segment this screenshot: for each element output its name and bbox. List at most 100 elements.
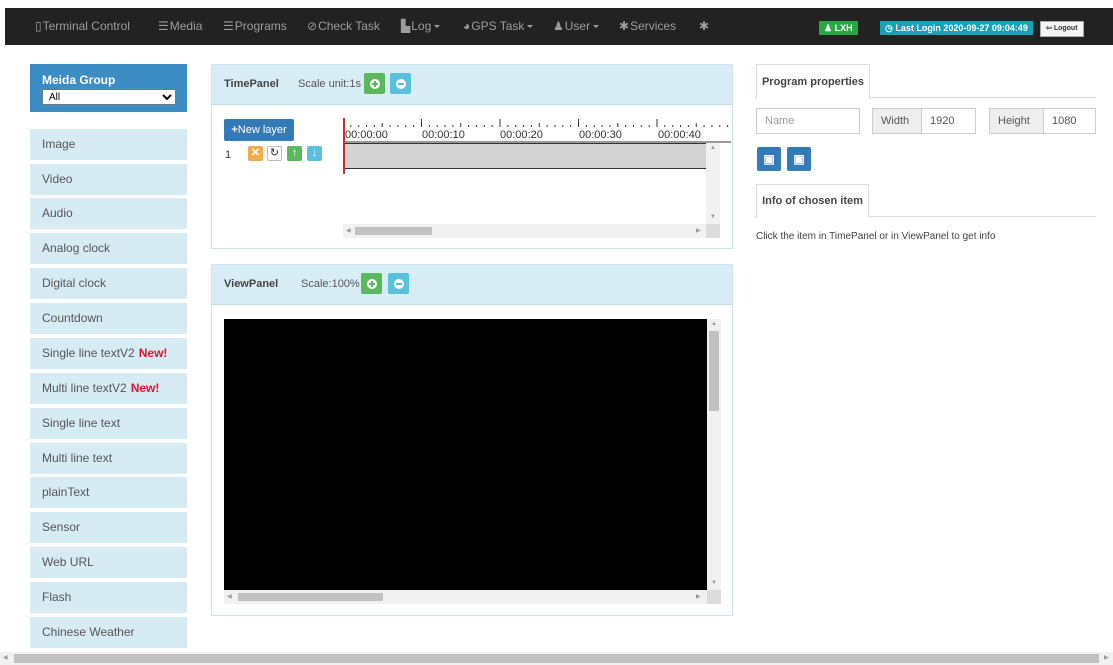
user-icon: ♟ xyxy=(553,19,564,33)
sidebar-item-multi-line-textv2[interactable]: Multi line textV2 New! xyxy=(30,373,187,404)
zoom-in-button[interactable] xyxy=(364,73,385,94)
timeline-vertical-scrollbar[interactable]: ▲ ▼ xyxy=(706,143,720,224)
nav-extra[interactable]: ✱ xyxy=(699,8,710,45)
layer-track[interactable] xyxy=(343,143,706,169)
time-panel-header: TimePanel Scale unit:1s xyxy=(212,65,732,105)
user-icon: ♟ xyxy=(824,23,833,33)
move-layer-up-button[interactable]: ↑ xyxy=(287,146,302,161)
sign-out-icon: ⇦ xyxy=(1046,25,1052,32)
sidebar-item-plaintext[interactable]: plainText xyxy=(30,477,187,508)
check-circle-icon: ⊘ xyxy=(307,19,318,33)
tick-label: 00:00:20 xyxy=(500,129,543,141)
new-layer-button[interactable]: +New layer xyxy=(224,119,294,141)
asterisk-icon: ✱ xyxy=(619,19,630,33)
width-input[interactable]: 1920 xyxy=(921,108,976,134)
sidebar-item-video[interactable]: Video xyxy=(30,164,187,195)
sidebar-item-image[interactable]: Image xyxy=(30,129,187,160)
sidebar-item-audio[interactable]: Audio xyxy=(30,198,187,229)
timeline-ruler: 00:00:00 00:00:10 00:00:20 00:00:30 00:0… xyxy=(343,119,731,143)
tick-label: 00:00:40 xyxy=(658,129,701,141)
preview-canvas[interactable] xyxy=(224,319,707,590)
width-label: Width xyxy=(872,108,922,134)
media-group-label: Meida Group xyxy=(42,73,116,87)
sidebar-item-sensor[interactable]: Sensor xyxy=(30,512,187,543)
nav-media[interactable]: ☰Media xyxy=(158,8,202,45)
timeline-horizontal-scrollbar[interactable]: ◀ ▶ xyxy=(343,224,706,238)
mobile-icon: ▯ xyxy=(35,19,42,33)
move-layer-down-button[interactable]: ↓ xyxy=(307,146,322,161)
scroll-right-icon: ▶ xyxy=(696,228,701,234)
view-vertical-scrollbar[interactable]: ▲ ▼ xyxy=(707,319,721,590)
save-as-icon: ▣ xyxy=(793,152,805,166)
view-panel: ViewPanel Scale:100% ▲ ▼ ◀ ▶ xyxy=(211,264,733,616)
time-panel: TimePanel Scale unit:1s +New layer 00:00… xyxy=(211,64,733,249)
minus-circle-icon xyxy=(393,279,404,289)
refresh-layer-button[interactable]: ↻ xyxy=(267,146,282,161)
nav-check-task[interactable]: ⊘Check Task xyxy=(307,8,380,45)
playhead-line[interactable] xyxy=(343,118,345,174)
scrollbar-thumb[interactable] xyxy=(709,331,719,411)
refresh-icon: ↻ xyxy=(269,147,280,159)
plus-circle-icon xyxy=(366,279,377,289)
scroll-up-icon: ▲ xyxy=(711,321,717,327)
arrow-down-icon: ↓ xyxy=(311,147,318,159)
sidebar-item-countdown[interactable]: Countdown xyxy=(30,303,187,334)
scroll-down-icon: ▼ xyxy=(711,580,717,586)
zoom-in-button[interactable] xyxy=(361,273,382,294)
height-input[interactable]: 1080 xyxy=(1043,108,1096,134)
sidebar-item-web-url[interactable]: Web URL xyxy=(30,547,187,578)
info-text: Click the item in TimePanel or in ViewPa… xyxy=(756,231,996,242)
new-badge: New! xyxy=(138,346,168,360)
nav-gps-task[interactable]: ◕GPS Task xyxy=(463,8,534,45)
nav-user[interactable]: ♟User xyxy=(553,8,600,45)
sidebar-item-single-line-textv2[interactable]: Single line textV2 New! xyxy=(30,338,187,369)
sidebar-item-multi-line-text[interactable]: Multi line text xyxy=(30,443,187,474)
tick-label: 00:00:10 xyxy=(422,129,465,141)
scroll-left-icon: ◀ xyxy=(3,655,8,661)
nav-services[interactable]: ✱Services xyxy=(619,8,676,45)
layer-number: 1 xyxy=(225,149,232,161)
logout-button[interactable]: ⇦ Logout xyxy=(1040,21,1084,37)
sidebar-item-digital-clock[interactable]: Digital clock xyxy=(30,268,187,299)
view-horizontal-scrollbar[interactable]: ◀ ▶ xyxy=(224,590,707,604)
nav-programs[interactable]: ☰Programs xyxy=(223,8,287,45)
close-icon: ✕ xyxy=(250,147,261,159)
save-button[interactable]: ▣ xyxy=(757,147,781,171)
sidebar-item-analog-clock[interactable]: Analog clock xyxy=(30,233,187,264)
new-badge: New! xyxy=(130,381,160,395)
nav-terminal-control[interactable]: ▯Terminal Control xyxy=(35,8,130,45)
view-panel-title: ViewPanel xyxy=(224,278,279,290)
scrollbar-thumb[interactable] xyxy=(355,227,432,235)
media-group-box: Meida Group All xyxy=(30,64,187,112)
tab-info-of-chosen-item[interactable]: Info of chosen item xyxy=(756,184,869,218)
zoom-out-button[interactable] xyxy=(390,73,411,94)
scrollbar-thumb[interactable] xyxy=(238,593,383,601)
media-group-select[interactable]: All xyxy=(42,89,176,105)
tab-program-properties[interactable]: Program properties xyxy=(756,64,870,99)
list-icon: ☰ xyxy=(223,19,234,33)
height-label: Height xyxy=(989,108,1044,134)
tick-label: 00:00:00 xyxy=(345,129,388,141)
sidebar-item-flash[interactable]: Flash xyxy=(30,582,187,613)
user-badge[interactable]: ♟ LXH xyxy=(819,21,858,35)
scrollbar-thumb[interactable] xyxy=(14,654,1099,663)
sidebar-item-single-line-text[interactable]: Single line text xyxy=(30,408,187,439)
tick-label: 00:00:30 xyxy=(579,129,622,141)
save-as-button[interactable]: ▣ xyxy=(787,147,811,171)
zoom-out-button[interactable] xyxy=(388,273,409,294)
caret-down-icon xyxy=(593,25,600,29)
scrollbar-corner xyxy=(707,590,721,604)
delete-layer-button[interactable]: ✕ xyxy=(248,146,263,161)
save-icon: ▣ xyxy=(763,152,775,166)
clock-icon: ◷ xyxy=(885,23,893,33)
page-horizontal-scrollbar[interactable]: ◀ ▶ xyxy=(0,652,1113,665)
globe-icon: ◕ xyxy=(463,19,471,33)
caret-down-icon xyxy=(434,25,441,29)
scroll-left-icon: ◀ xyxy=(346,228,351,234)
sidebar-item-chinese-weather[interactable]: Chinese Weather xyxy=(30,617,187,648)
scroll-down-icon: ▼ xyxy=(710,214,716,220)
program-name-input[interactable]: Name xyxy=(756,108,860,134)
nav-log[interactable]: ▙Log xyxy=(401,8,441,45)
asterisk-icon: ✱ xyxy=(699,19,710,33)
scrollbar-corner xyxy=(706,224,720,238)
